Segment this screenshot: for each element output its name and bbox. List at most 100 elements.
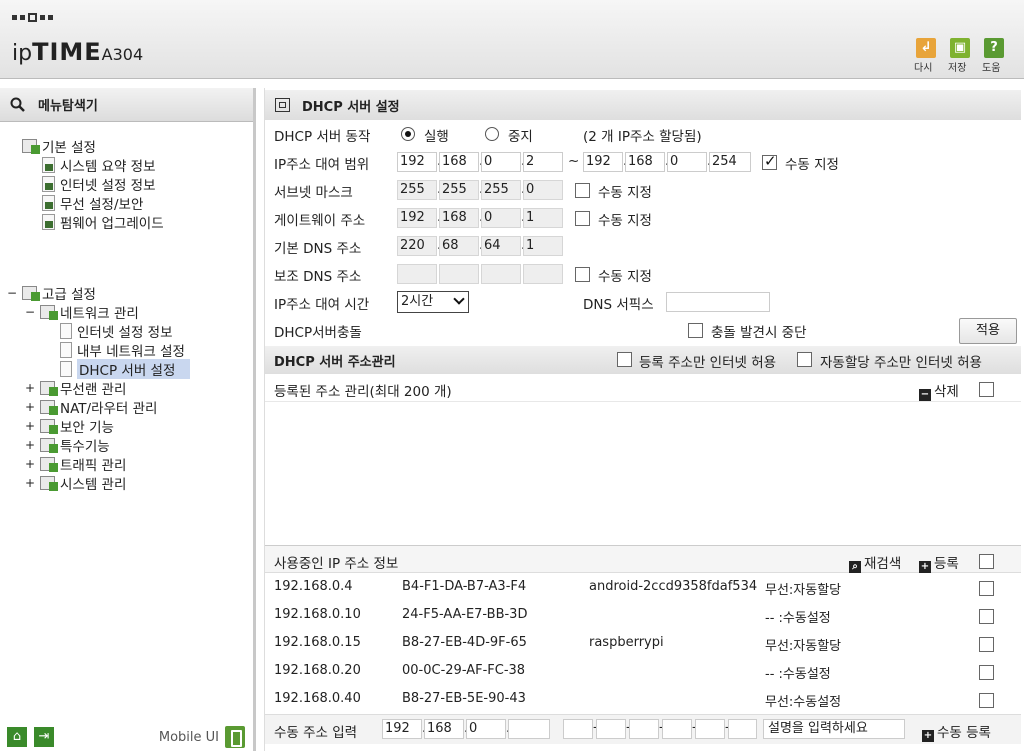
lease-row: IP주소 대여 시간 2시간 DNS 서픽스 xyxy=(265,288,1021,316)
home-icon[interactable]: ⌂ xyxy=(7,727,27,747)
tree-special[interactable]: + 특수기능 xyxy=(24,435,110,455)
plus-icon: + xyxy=(919,561,931,573)
logo: ipTIMEA304 xyxy=(12,38,144,66)
tree-firmware-upgrade[interactable]: 펌웨어 업그레이드 xyxy=(42,212,164,232)
manual-ip-octet1[interactable]: 192 xyxy=(382,719,422,739)
gateway-manual-checkbox[interactable] xyxy=(575,211,590,226)
table-row: 192.168.0.40 B8-27-EB-5E-90-43 무선:수동설정 xyxy=(265,685,1021,713)
tree-network-management[interactable]: − 네트워크 관리 xyxy=(24,302,139,322)
conflict-stop-checkbox[interactable] xyxy=(688,323,703,338)
manual-ip-octet4[interactable] xyxy=(508,719,550,739)
dns1-octet2: 68 xyxy=(439,236,479,256)
sidebar-title: 메뉴탐색기 xyxy=(38,99,98,114)
page-icon xyxy=(60,341,72,358)
mobile-ui-link[interactable]: Mobile UI xyxy=(159,730,219,745)
range-manual-checkbox[interactable] xyxy=(762,152,777,170)
dns1-octet3: 64 xyxy=(481,236,521,256)
manual-mac-2[interactable] xyxy=(596,719,626,739)
subnet-manual-checkbox[interactable] xyxy=(575,183,590,198)
range-start-octet3[interactable]: 0 xyxy=(481,152,521,172)
tree-system-summary[interactable]: 시스템 요약 정보 xyxy=(42,155,156,175)
header: ipTIMEA304 ↲ 다시 ▣ 저장 ? 도움 xyxy=(0,0,1024,79)
manual-mac-4[interactable] xyxy=(662,719,692,739)
row-checkbox[interactable] xyxy=(979,609,994,624)
tree-wireless-management[interactable]: + 무선랜 관리 xyxy=(24,378,126,398)
row-checkbox[interactable] xyxy=(979,665,994,680)
dns-suffix-input[interactable] xyxy=(666,292,770,312)
plus-icon: + xyxy=(922,730,934,742)
manual-register-button[interactable]: + 수동 등록 xyxy=(922,721,991,742)
tree-dhcp-settings[interactable]: DHCP 서버 설정 xyxy=(60,358,191,379)
range-end-octet2[interactable]: 168 xyxy=(625,152,665,172)
range-start-octet4[interactable]: 2 xyxy=(523,152,563,172)
help-icon: ? xyxy=(984,38,1004,58)
table-row: 192.168.0.20 00-0C-29-AF-FC-38 -- :수동설정 xyxy=(265,657,1021,685)
dns2-manual-checkbox[interactable] xyxy=(575,267,590,282)
dhcp-run-radio[interactable] xyxy=(401,127,415,141)
rescan-icon: ⌕ xyxy=(849,561,861,573)
range-end-octet1[interactable]: 192 xyxy=(583,152,623,172)
undo-button[interactable]: ↲ 다시 xyxy=(914,38,938,74)
range-end-octet4[interactable]: 254 xyxy=(709,152,751,172)
mobile-icon[interactable] xyxy=(225,726,245,748)
range-start-octet1[interactable]: 192 xyxy=(397,152,437,172)
rescan-button[interactable]: ⌕ 재검색 xyxy=(849,552,901,573)
manual-mac-5[interactable] xyxy=(695,719,725,739)
tree-system-management[interactable]: + 시스템 관리 xyxy=(24,473,126,493)
manual-ip-octet2[interactable]: 168 xyxy=(424,719,464,739)
in-use-select-all-checkbox[interactable] xyxy=(979,554,994,569)
logout-icon[interactable]: ⇥ xyxy=(34,727,54,747)
expand-icon[interactable]: + xyxy=(24,400,36,414)
expand-icon[interactable]: + xyxy=(24,457,36,471)
manual-mac-6[interactable] xyxy=(728,719,757,739)
collapse-icon[interactable]: − xyxy=(24,305,36,319)
row-checkbox[interactable] xyxy=(979,581,994,596)
row-checkbox[interactable] xyxy=(979,637,994,652)
tree-lan-settings[interactable]: 내부 네트워크 설정 xyxy=(60,340,185,360)
tree-traffic[interactable]: + 트래픽 관리 xyxy=(24,454,126,474)
expand-icon[interactable]: + xyxy=(24,419,36,433)
delete-button[interactable]: − 삭제 xyxy=(919,380,959,401)
range-end-octet3[interactable]: 0 xyxy=(667,152,707,172)
tree-nat-router[interactable]: + NAT/라우터 관리 xyxy=(24,397,157,417)
addr-mgmt-title: DHCP 서버 주소관리 xyxy=(274,354,396,370)
sidebar-footer: ⌂ ⇥ Mobile UI xyxy=(0,721,253,751)
dhcp-stop-radio[interactable] xyxy=(485,127,499,141)
save-button[interactable]: ▣ 저장 xyxy=(948,38,972,74)
main-panel: DHCP 서버 설정 DHCP 서버 동작 실행 중지 (2 개 IP주소 할당… xyxy=(264,88,1024,751)
expand-icon[interactable]: + xyxy=(24,381,36,395)
subnet-octet3: 255 xyxy=(481,180,521,200)
help-button[interactable]: ? 도움 xyxy=(982,38,1006,74)
expand-icon[interactable]: + xyxy=(24,476,36,490)
monitor-icon xyxy=(42,175,55,192)
manual-mac-3[interactable] xyxy=(629,719,659,739)
system-folder-icon xyxy=(40,475,58,491)
dns2-octet1 xyxy=(397,264,437,284)
dns1-octet1: 220 xyxy=(397,236,437,256)
router-folder-icon xyxy=(40,399,58,415)
expand-icon[interactable]: + xyxy=(24,438,36,452)
manual-ip-octet3[interactable]: 0 xyxy=(466,719,506,739)
range-start-octet2[interactable]: 168 xyxy=(439,152,479,172)
manual-mac-1[interactable] xyxy=(563,719,593,739)
tree-internet-settings[interactable]: 인터넷 설정 정보 xyxy=(60,321,173,341)
lease-time-select[interactable]: 2시간 xyxy=(397,291,469,313)
registered-only-checkbox[interactable] xyxy=(617,352,632,367)
tree-wireless-security[interactable]: 무선 설정/보안 xyxy=(42,193,143,213)
description-input[interactable]: 설명을 입력하세요 xyxy=(763,719,905,739)
router-admin-page: ipTIMEA304 ↲ 다시 ▣ 저장 ? 도움 메뉴탐색기 기본 설정 시스… xyxy=(0,0,1024,751)
upgrade-icon xyxy=(42,213,55,230)
collapse-icon[interactable]: − xyxy=(6,286,18,300)
row-checkbox[interactable] xyxy=(979,693,994,708)
tree-basic-settings[interactable]: 기본 설정 xyxy=(22,136,96,156)
apply-button[interactable]: 적용 xyxy=(959,318,1017,344)
tree-internet-info[interactable]: 인터넷 설정 정보 xyxy=(42,174,156,194)
tree-security[interactable]: + 보안 기능 xyxy=(24,416,114,436)
subnet-octet2: 255 xyxy=(439,180,479,200)
undo-icon: ↲ xyxy=(916,38,936,58)
registered-select-all-checkbox[interactable] xyxy=(979,382,994,397)
folder-icon xyxy=(22,138,40,154)
auto-only-checkbox[interactable] xyxy=(797,352,812,367)
register-button[interactable]: + 등록 xyxy=(919,552,959,573)
tree-advanced-settings[interactable]: − 고급 설정 xyxy=(6,283,96,303)
